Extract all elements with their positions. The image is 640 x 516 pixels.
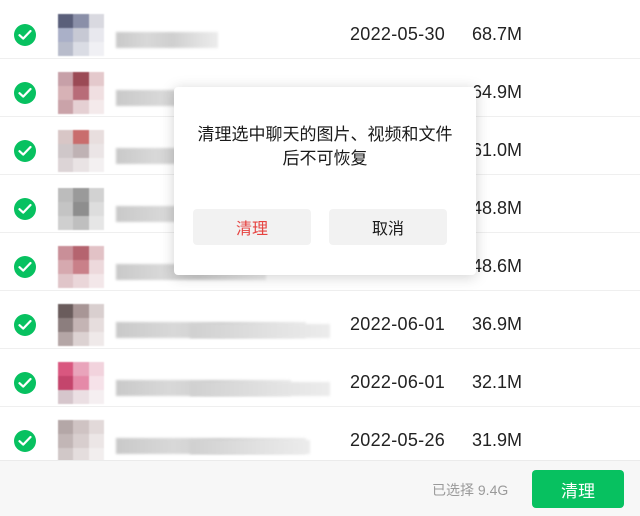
file-size: 36.9M — [472, 314, 523, 334]
file-date: 2022-06-01 — [350, 372, 446, 392]
dialog-message-line1: 清理选中聊天的图片、视频和文件 — [197, 125, 453, 144]
clean-button[interactable]: 清理 — [532, 470, 624, 508]
confirm-dialog: 清理选中聊天的图片、视频和文件 后不可恢复 清理 取消 — [174, 87, 476, 275]
blurred-chat-name — [190, 324, 330, 338]
file-date: 2022-06-01 — [350, 314, 446, 334]
file-date: 2022-05-30 — [350, 24, 446, 44]
file-size: 32.1M — [472, 372, 523, 392]
dialog-confirm-button[interactable]: 清理 — [193, 209, 311, 245]
checkmark-icon[interactable] — [14, 24, 36, 46]
blurred-chat-name — [190, 382, 330, 396]
checkmark-icon[interactable] — [14, 314, 36, 336]
checkmark-icon[interactable] — [14, 430, 36, 452]
blurred-chat-name — [116, 32, 218, 48]
bottom-bar: 已选择 9.4G 清理 — [0, 460, 640, 516]
dialog-message-line2: 后不可恢复 — [282, 149, 368, 168]
file-size: 31.9M — [472, 430, 523, 450]
file-size: 68.7M — [472, 24, 523, 44]
file-thumbnail — [58, 362, 104, 404]
file-row[interactable]: 2022-06-01 36.9M — [0, 290, 640, 349]
dialog-message: 清理选中聊天的图片、视频和文件 后不可恢复 — [174, 123, 476, 171]
file-thumbnail — [58, 420, 104, 460]
file-thumbnail — [58, 14, 104, 56]
file-size: 64.9M — [472, 82, 523, 102]
file-size: 48.6M — [472, 256, 523, 276]
checkmark-icon[interactable] — [14, 198, 36, 220]
file-thumbnail — [58, 72, 104, 114]
dialog-cancel-button[interactable]: 取消 — [329, 209, 447, 245]
selected-size-label: 已选择 9.4G — [432, 482, 509, 498]
file-thumbnail — [58, 304, 104, 346]
checkmark-icon[interactable] — [14, 82, 36, 104]
file-thumbnail — [58, 130, 104, 172]
file-thumbnail — [58, 246, 104, 288]
file-row[interactable]: 2022-06-01 32.1M — [0, 348, 640, 407]
file-date: 2022-05-26 — [350, 430, 446, 450]
file-row[interactable]: 2022-05-26 31.9M — [0, 406, 640, 460]
file-row[interactable]: 2022-05-30 68.7M — [0, 0, 640, 59]
file-size: 61.0M — [472, 140, 523, 160]
file-size: 48.8M — [472, 198, 523, 218]
checkmark-icon[interactable] — [14, 140, 36, 162]
checkmark-icon[interactable] — [14, 372, 36, 394]
checkmark-icon[interactable] — [14, 256, 36, 278]
file-thumbnail — [58, 188, 104, 230]
blurred-chat-name — [190, 440, 310, 454]
